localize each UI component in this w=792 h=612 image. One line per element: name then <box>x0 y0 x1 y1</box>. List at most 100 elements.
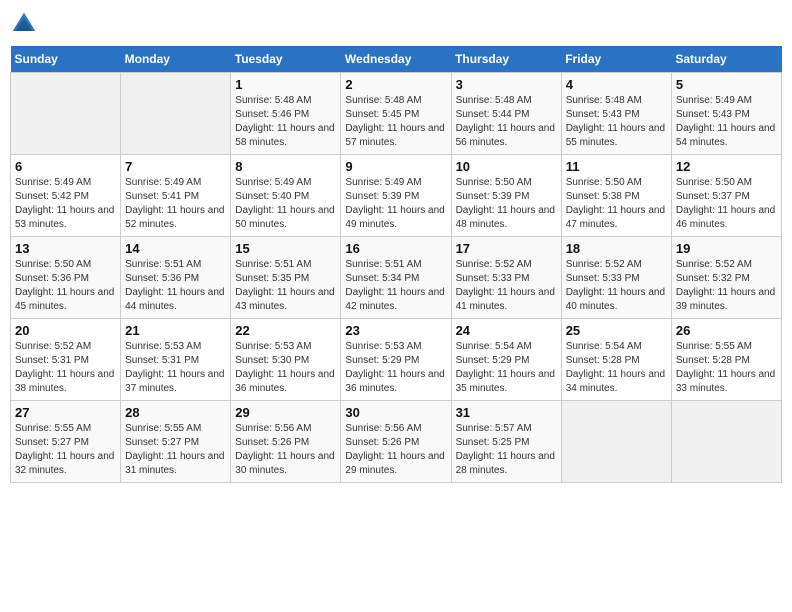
calendar-cell: 12Sunrise: 5:50 AM Sunset: 5:37 PM Dayli… <box>671 155 781 237</box>
day-info: Sunrise: 5:53 AM Sunset: 5:29 PM Dayligh… <box>345 340 446 396</box>
day-number: 30 <box>345 405 446 420</box>
day-info: Sunrise: 5:55 AM Sunset: 5:28 PM Dayligh… <box>676 340 777 396</box>
day-number: 1 <box>235 77 336 92</box>
calendar-cell: 8 Sunrise: 5:49 AM Sunset: 5:40 PM Daylig… <box>231 155 341 237</box>
day-number: 27 <box>15 405 116 420</box>
day-number: 16 <box>345 241 446 256</box>
calendar-cell: 24 Sunrise: 5:54 AM Sunset: 5:29 PM Dayli… <box>451 319 561 401</box>
calendar-cell <box>561 401 671 483</box>
calendar-cell: 1 Sunrise: 5:48 AM Sunset: 5:46 PM Daylig… <box>231 73 341 155</box>
day-info: Sunrise: 5:56 AM Sunset: 5:26 PM Dayligh… <box>235 422 336 478</box>
day-info: Sunrise: 5:49 AM Sunset: 5:41 PM Dayligh… <box>125 176 226 232</box>
logo <box>10 10 42 38</box>
day-number: 20 <box>15 323 116 338</box>
day-number: 11 <box>566 159 667 174</box>
day-info: Sunrise: 5:51 AM Sunset: 5:35 PM Dayligh… <box>235 258 336 314</box>
calendar-cell: 3 Sunrise: 5:48 AM Sunset: 5:44 PM Daylig… <box>451 73 561 155</box>
day-info: Sunrise: 5:56 AM Sunset: 5:26 PM Dayligh… <box>345 422 446 478</box>
day-info: Sunrise: 5:48 AM Sunset: 5:45 PM Dayligh… <box>345 94 446 150</box>
calendar-cell: 25 Sunrise: 5:54 AM Sunset: 5:28 PM Dayli… <box>561 319 671 401</box>
day-number: 15 <box>235 241 336 256</box>
day-header-thursday: Thursday <box>451 46 561 73</box>
calendar-cell: 7 Sunrise: 5:49 AM Sunset: 5:41 PM Daylig… <box>121 155 231 237</box>
day-number: 5 <box>676 77 777 92</box>
day-info: Sunrise: 5:50 AM Sunset: 5:39 PM Dayligh… <box>456 176 557 232</box>
day-info: Sunrise: 5:52 AM Sunset: 5:32 PM Dayligh… <box>676 258 777 314</box>
calendar-cell: 11 Sunrise: 5:50 AM Sunset: 5:38 PM Dayli… <box>561 155 671 237</box>
day-number: 17 <box>456 241 557 256</box>
day-info: Sunrise: 5:50 AM Sunset: 5:36 PM Dayligh… <box>15 258 116 314</box>
day-info: Sunrise: 5:53 AM Sunset: 5:31 PM Dayligh… <box>125 340 226 396</box>
day-info: Sunrise: 5:49 AM Sunset: 5:42 PM Dayligh… <box>15 176 116 232</box>
calendar-cell <box>11 73 121 155</box>
day-info: Sunrise: 5:51 AM Sunset: 5:36 PM Dayligh… <box>125 258 226 314</box>
day-info: Sunrise: 5:53 AM Sunset: 5:30 PM Dayligh… <box>235 340 336 396</box>
day-number: 24 <box>456 323 557 338</box>
day-number: 13 <box>15 241 116 256</box>
day-info: Sunrise: 5:52 AM Sunset: 5:31 PM Dayligh… <box>15 340 116 396</box>
day-header-wednesday: Wednesday <box>341 46 451 73</box>
day-number: 21 <box>125 323 226 338</box>
day-info: Sunrise: 5:48 AM Sunset: 5:46 PM Dayligh… <box>235 94 336 150</box>
day-info: Sunrise: 5:50 AM Sunset: 5:38 PM Dayligh… <box>566 176 667 232</box>
day-number: 7 <box>125 159 226 174</box>
day-info: Sunrise: 5:55 AM Sunset: 5:27 PM Dayligh… <box>125 422 226 478</box>
calendar-cell: 26 Sunrise: 5:55 AM Sunset: 5:28 PM Dayli… <box>671 319 781 401</box>
day-info: Sunrise: 5:48 AM Sunset: 5:44 PM Dayligh… <box>456 94 557 150</box>
day-number: 22 <box>235 323 336 338</box>
day-number: 19 <box>676 241 777 256</box>
day-info: Sunrise: 5:54 AM Sunset: 5:29 PM Dayligh… <box>456 340 557 396</box>
day-info: Sunrise: 5:48 AM Sunset: 5:43 PM Dayligh… <box>566 94 667 150</box>
day-header-monday: Monday <box>121 46 231 73</box>
calendar-table: SundayMondayTuesdayWednesdayThursdayFrid… <box>10 46 782 483</box>
calendar-cell: 28 Sunrise: 5:55 AM Sunset: 5:27 PM Dayli… <box>121 401 231 483</box>
day-info: Sunrise: 5:52 AM Sunset: 5:33 PM Dayligh… <box>566 258 667 314</box>
day-info: Sunrise: 5:54 AM Sunset: 5:28 PM Dayligh… <box>566 340 667 396</box>
calendar-cell: 22 Sunrise: 5:53 AM Sunset: 5:30 PM Dayli… <box>231 319 341 401</box>
calendar-cell: 13 Sunrise: 5:50 AM Sunset: 5:36 PM Dayli… <box>11 237 121 319</box>
calendar-cell: 29 Sunrise: 5:56 AM Sunset: 5:26 PM Dayli… <box>231 401 341 483</box>
calendar-cell: 17 Sunrise: 5:52 AM Sunset: 5:33 PM Dayli… <box>451 237 561 319</box>
day-info: Sunrise: 5:49 AM Sunset: 5:40 PM Dayligh… <box>235 176 336 232</box>
calendar-cell: 27 Sunrise: 5:55 AM Sunset: 5:27 PM Dayli… <box>11 401 121 483</box>
calendar-cell: 23Sunrise: 5:53 AM Sunset: 5:29 PM Dayli… <box>341 319 451 401</box>
day-number: 26 <box>676 323 777 338</box>
day-info: Sunrise: 5:55 AM Sunset: 5:27 PM Dayligh… <box>15 422 116 478</box>
day-info: Sunrise: 5:52 AM Sunset: 5:33 PM Dayligh… <box>456 258 557 314</box>
calendar-cell: 15 Sunrise: 5:51 AM Sunset: 5:35 PM Dayli… <box>231 237 341 319</box>
calendar-cell <box>671 401 781 483</box>
day-number: 28 <box>125 405 226 420</box>
day-info: Sunrise: 5:49 AM Sunset: 5:39 PM Dayligh… <box>345 176 446 232</box>
calendar-cell: 10 Sunrise: 5:50 AM Sunset: 5:39 PM Dayli… <box>451 155 561 237</box>
day-header-friday: Friday <box>561 46 671 73</box>
day-info: Sunrise: 5:50 AM Sunset: 5:37 PM Dayligh… <box>676 176 777 232</box>
day-number: 14 <box>125 241 226 256</box>
day-number: 25 <box>566 323 667 338</box>
day-number: 4 <box>566 77 667 92</box>
calendar-cell: 4 Sunrise: 5:48 AM Sunset: 5:43 PM Daylig… <box>561 73 671 155</box>
calendar-cell: 19 Sunrise: 5:52 AM Sunset: 5:32 PM Dayli… <box>671 237 781 319</box>
day-header-sunday: Sunday <box>11 46 121 73</box>
day-number: 2 <box>345 77 446 92</box>
day-number: 8 <box>235 159 336 174</box>
day-info: Sunrise: 5:51 AM Sunset: 5:34 PM Dayligh… <box>345 258 446 314</box>
calendar-cell <box>121 73 231 155</box>
day-info: Sunrise: 5:57 AM Sunset: 5:25 PM Dayligh… <box>456 422 557 478</box>
day-number: 31 <box>456 405 557 420</box>
calendar-cell: 18Sunrise: 5:52 AM Sunset: 5:33 PM Dayli… <box>561 237 671 319</box>
day-number: 3 <box>456 77 557 92</box>
calendar-cell: 16 Sunrise: 5:51 AM Sunset: 5:34 PM Dayli… <box>341 237 451 319</box>
day-number: 29 <box>235 405 336 420</box>
logo-icon <box>10 10 38 38</box>
calendar-cell: 30 Sunrise: 5:56 AM Sunset: 5:26 PM Dayli… <box>341 401 451 483</box>
page-header <box>10 10 782 38</box>
day-number: 10 <box>456 159 557 174</box>
calendar-cell: 9 Sunrise: 5:49 AM Sunset: 5:39 PM Daylig… <box>341 155 451 237</box>
calendar-cell: 20 Sunrise: 5:52 AM Sunset: 5:31 PM Dayli… <box>11 319 121 401</box>
day-info: Sunrise: 5:49 AM Sunset: 5:43 PM Dayligh… <box>676 94 777 150</box>
calendar-header: SundayMondayTuesdayWednesdayThursdayFrid… <box>11 46 782 73</box>
calendar-cell: 21 Sunrise: 5:53 AM Sunset: 5:31 PM Dayli… <box>121 319 231 401</box>
calendar-cell: 2 Sunrise: 5:48 AM Sunset: 5:45 PM Daylig… <box>341 73 451 155</box>
day-number: 6 <box>15 159 116 174</box>
day-number: 9 <box>345 159 446 174</box>
